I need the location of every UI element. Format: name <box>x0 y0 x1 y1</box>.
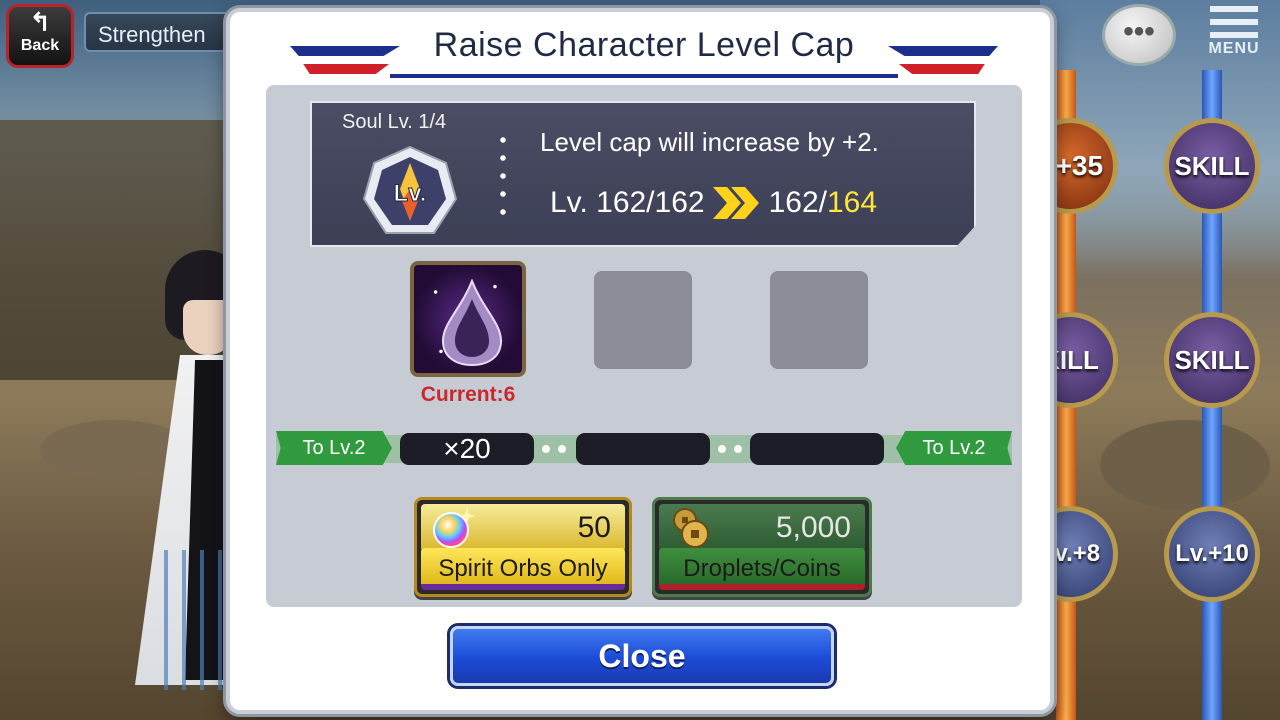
requirement-quantity <box>750 433 884 465</box>
new-level-base: 162/ <box>768 186 827 219</box>
dialog-title-banner: Raise Character Level Cap <box>290 22 998 84</box>
close-button[interactable]: Close <box>450 626 834 686</box>
skill-node-skill[interactable]: SKILL <box>1164 118 1260 214</box>
level-info-box: Soul Lv. 1/4 Lv. Level cap will increase… <box>310 101 976 247</box>
requirement-track: To Lv.2 ×20 To Lv.2 <box>276 431 1012 467</box>
menu-icon <box>1210 6 1258 40</box>
requirement-quantity <box>576 433 710 465</box>
track-dot <box>718 445 726 453</box>
level-badge-icon: Lv. <box>362 145 458 241</box>
skill-node-level[interactable]: Lv.+10 <box>1164 506 1260 602</box>
soul-drop-icon <box>441 279 503 367</box>
material-slot-empty <box>594 271 692 369</box>
new-level-cap: 164 <box>826 186 878 219</box>
svg-text:Lv.: Lv. <box>394 180 427 207</box>
to-level-tag-right: To Lv.2 <box>896 431 1012 465</box>
menu-button[interactable]: MENU <box>1196 0 1272 70</box>
skill-node-label: SKILL <box>1174 344 1250 375</box>
dialog-title: Raise Character Level Cap <box>433 26 855 64</box>
track-dot <box>558 445 566 453</box>
level-change-row: Lv. 162/162 162/164 <box>550 185 877 221</box>
material-slot-soul-shard[interactable] <box>410 261 526 377</box>
droplets-coins-label: Droplets/Coins <box>659 548 865 590</box>
spirit-orbs-button[interactable]: 50 Spirit Orbs Only <box>414 497 632 597</box>
requirement-quantity: ×20 <box>400 433 534 465</box>
material-slots: Current:6 <box>266 261 1022 411</box>
new-level-value: 162/164 <box>769 186 877 220</box>
spirit-orb-icon <box>431 506 475 550</box>
chat-button[interactable]: ••• <box>1102 4 1176 66</box>
to-level-tag-left: To Lv.2 <box>276 431 392 465</box>
chat-bubble-icon: ••• <box>1123 15 1155 48</box>
track-dot <box>734 445 742 453</box>
coin-icon <box>669 506 713 550</box>
level-cap-description: Level cap will increase by +2. <box>540 127 879 157</box>
droplets-coins-button[interactable]: 5,000 Droplets/Coins <box>652 497 872 597</box>
spirit-orbs-label: Spirit Orbs Only <box>421 548 625 590</box>
divider-dots <box>500 131 506 221</box>
current-level-value: Lv. 162/162 <box>550 186 705 219</box>
material-slot-empty <box>770 271 868 369</box>
dialog-content-panel: Soul Lv. 1/4 Lv. Level cap will increase… <box>266 85 1022 607</box>
menu-button-label: MENU <box>1208 40 1260 57</box>
material-current-count: Current:6 <box>420 383 516 406</box>
level-cap-dialog: Raise Character Level Cap Soul Lv. 1/4 L… <box>226 8 1054 714</box>
double-chevron-right-icon <box>711 185 763 221</box>
banner-underline <box>390 74 898 78</box>
skill-node-label: Lv.+10 <box>1175 540 1249 567</box>
back-button-label: Back <box>20 37 60 54</box>
track-dot <box>542 445 550 453</box>
skill-node-skill[interactable]: SKILL <box>1164 312 1260 408</box>
soul-level-label: Soul Lv. 1/4 <box>342 111 447 133</box>
rock-terrain <box>1100 420 1270 510</box>
skill-node-label: SKILL <box>1174 150 1250 181</box>
back-button[interactable]: ↰ Back <box>6 4 74 68</box>
back-arrow-icon: ↰ <box>29 7 51 37</box>
